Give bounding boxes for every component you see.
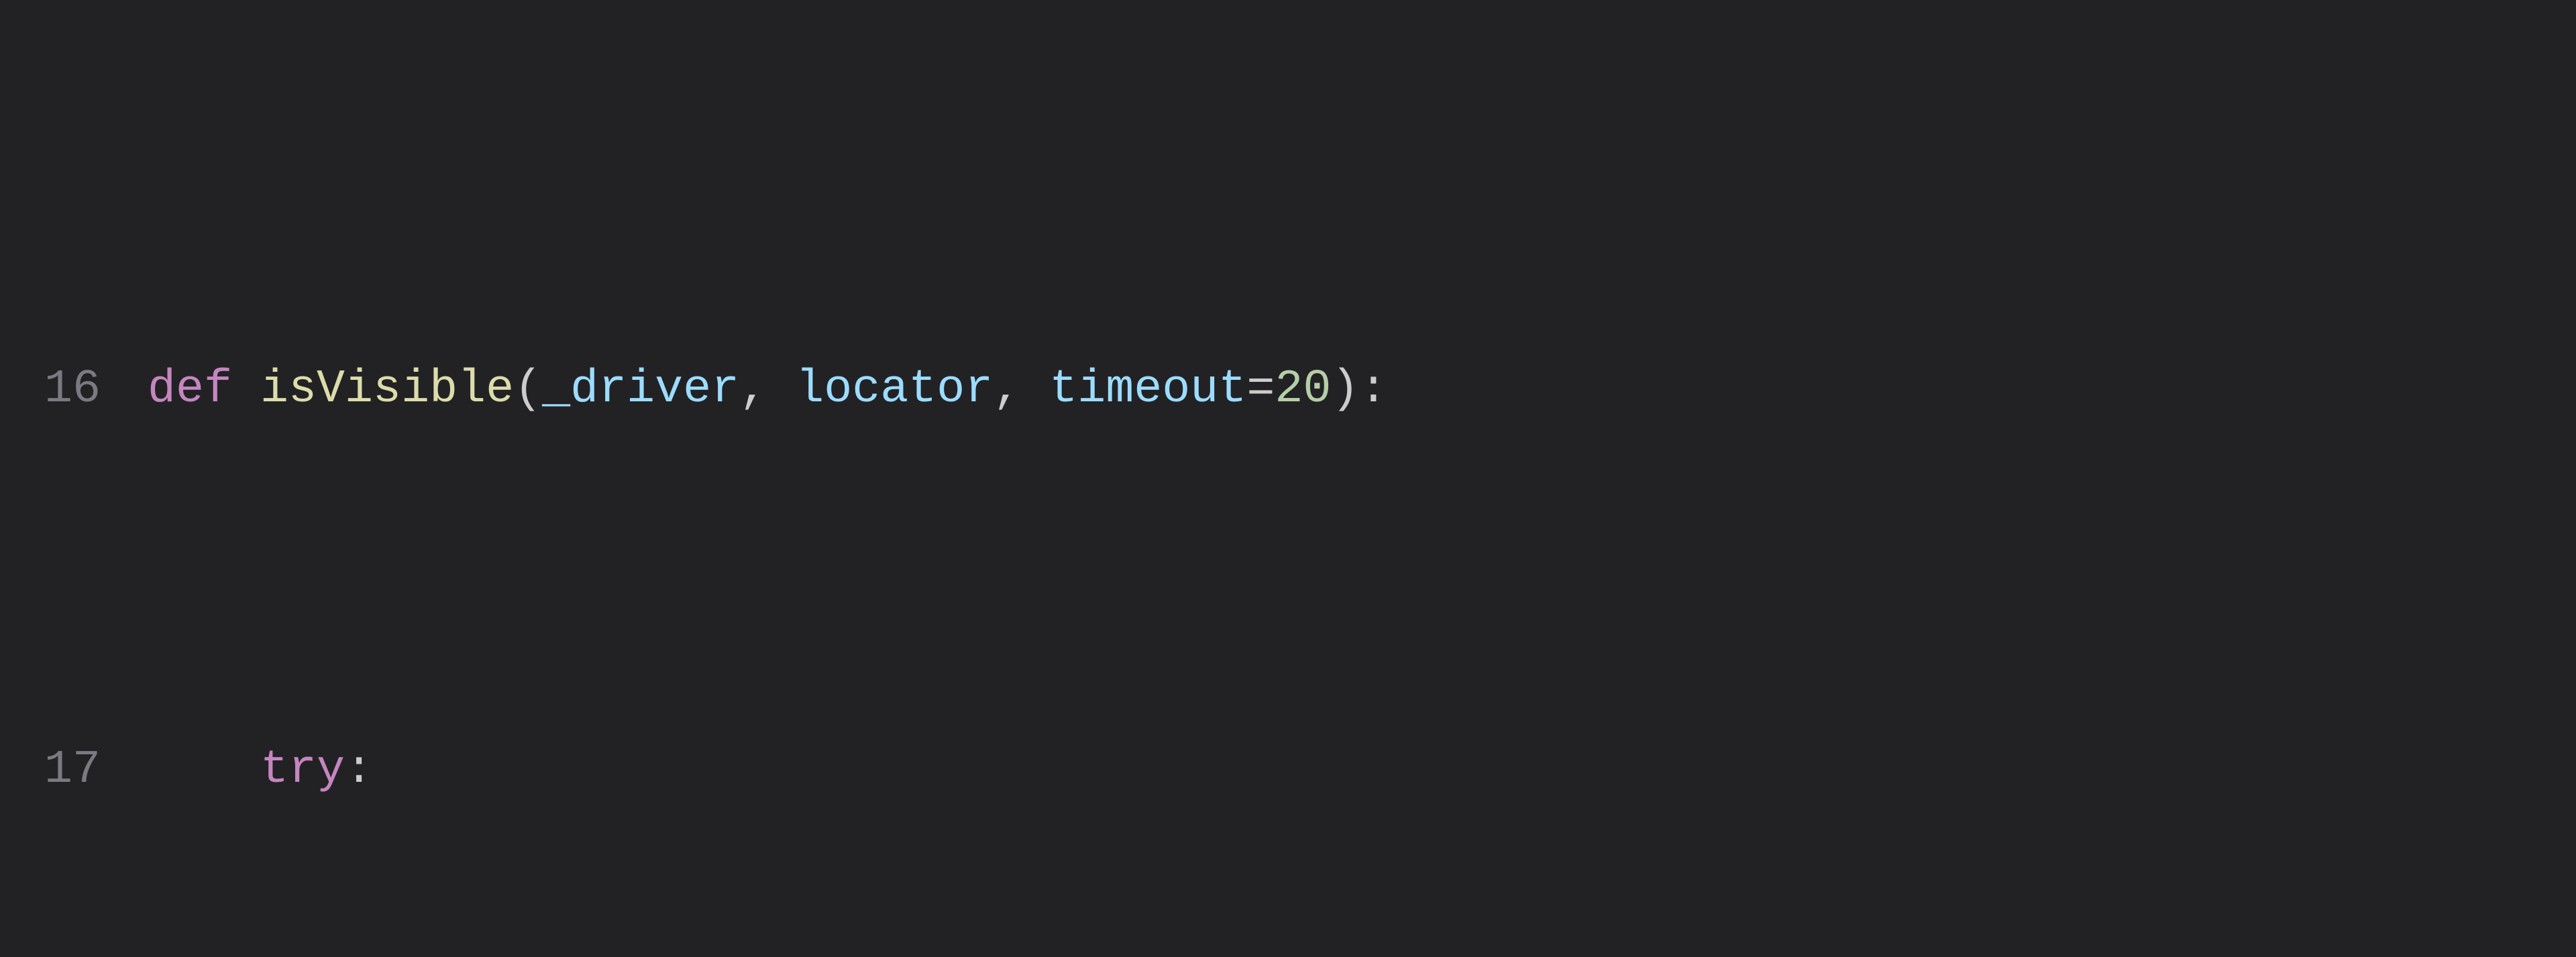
code-content[interactable]: try: xyxy=(148,732,2576,808)
code-editor[interactable]: 16 def isVisible(_driver, locator, timeo… xyxy=(0,0,2576,957)
param-locator: locator xyxy=(796,363,993,416)
keyword-try: try xyxy=(260,744,345,797)
param-driver: _driver xyxy=(542,363,739,416)
comma: , xyxy=(993,363,1049,416)
keyword-def: def xyxy=(148,363,260,416)
code-line[interactable]: 16 def isVisible(_driver, locator, timeo… xyxy=(0,352,2576,427)
comma: , xyxy=(739,363,796,416)
colon: : xyxy=(345,744,373,797)
line-number: 17 xyxy=(0,732,148,808)
paren-open: ( xyxy=(514,363,542,416)
line-number: 16 xyxy=(0,352,148,427)
number-literal: 20 xyxy=(1275,363,1331,416)
paren-close-colon: ): xyxy=(1331,363,1387,416)
function-name: isVisible xyxy=(260,363,514,416)
param-timeout: timeout xyxy=(1049,363,1246,416)
code-line[interactable]: 17 try: xyxy=(0,732,2576,808)
code-content[interactable]: def isVisible(_driver, locator, timeout=… xyxy=(148,352,2576,427)
equals: = xyxy=(1246,363,1275,416)
